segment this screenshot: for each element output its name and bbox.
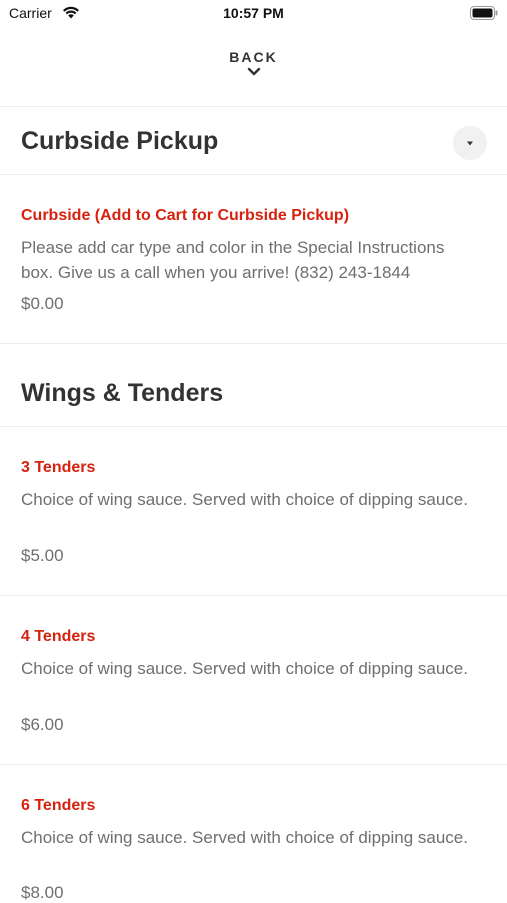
clock: 10:57 PM	[223, 5, 284, 21]
item-description: Please add car type and color in the Spe…	[21, 238, 445, 282]
section-header-curbside[interactable]: Curbside Pickup	[0, 107, 507, 175]
chevron-down-icon	[247, 67, 260, 76]
item-name: 6 Tenders	[21, 797, 96, 814]
item-price: $5.00	[21, 546, 64, 565]
item-name: 4 Tenders	[21, 628, 96, 645]
menu-item[interactable]: 6 Tenders Choice of wing sauce. Served w…	[0, 765, 507, 902]
back-label: BACK	[229, 49, 278, 65]
collapse-toggle-button[interactable]	[453, 126, 487, 160]
menu-item[interactable]: 3 Tenders Choice of wing sauce. Served w…	[0, 427, 507, 596]
status-bar: Carrier 10:57 PM	[0, 0, 507, 30]
item-price: $0.00	[21, 294, 64, 313]
battery-icon	[470, 6, 498, 25]
section-header-wings[interactable]: Wings & Tenders	[0, 344, 507, 427]
menu-item[interactable]: Curbside (Add to Cart for Curbside Picku…	[0, 175, 507, 344]
back-button[interactable]: BACK	[0, 40, 507, 107]
item-description: Choice of wing sauce. Served with choice…	[21, 659, 468, 678]
section-title: Curbside Pickup	[21, 127, 219, 155]
item-price: $8.00	[21, 883, 64, 902]
item-price: $6.00	[21, 715, 64, 734]
section-title: Wings & Tenders	[21, 379, 224, 407]
item-description: Choice of wing sauce. Served with choice…	[21, 828, 468, 847]
item-name: Curbside (Add to Cart for Curbside Picku…	[21, 207, 350, 224]
item-description: Choice of wing sauce. Served with choice…	[21, 490, 468, 509]
item-name: 3 Tenders	[21, 459, 96, 476]
menu-item[interactable]: 4 Tenders Choice of wing sauce. Served w…	[0, 596, 507, 765]
dropdown-caret-icon	[467, 141, 473, 145]
